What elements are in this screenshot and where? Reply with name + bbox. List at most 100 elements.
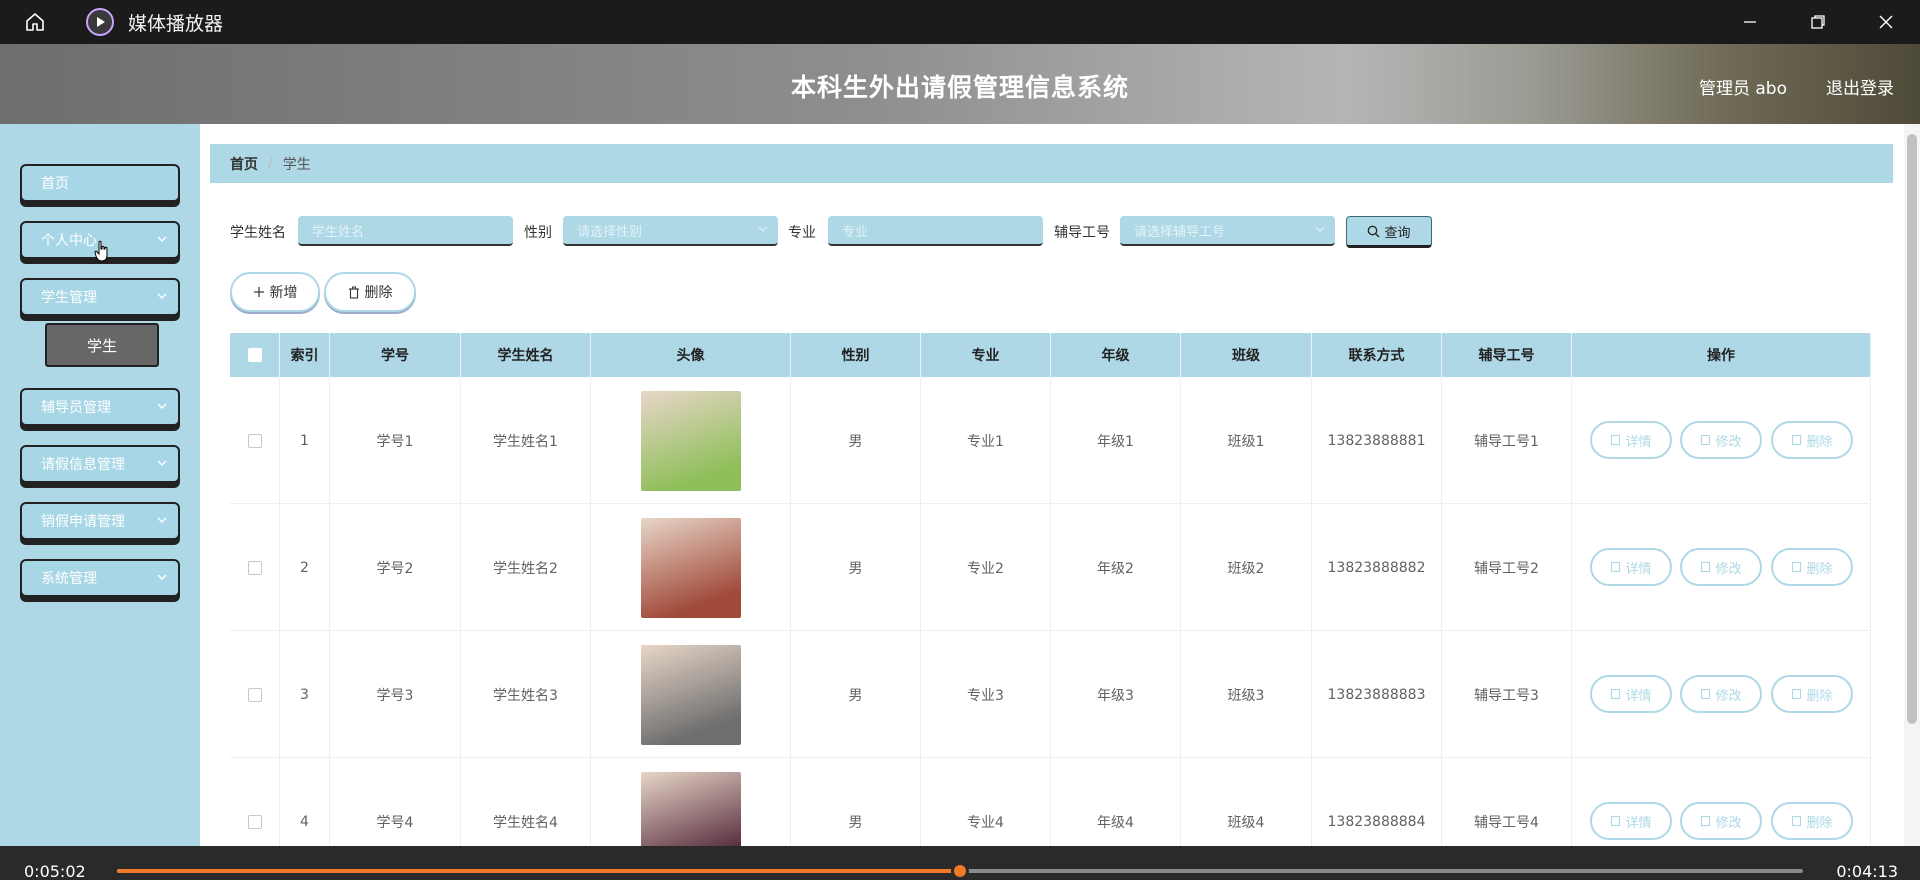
cell-phone: 13823888883 — [1312, 631, 1442, 758]
detail-button[interactable]: 详情 — [1590, 802, 1672, 840]
cell-name: 学生姓名4 — [461, 758, 591, 846]
cell-grade: 年级2 — [1051, 504, 1181, 631]
col-gender: 性别 — [791, 333, 921, 377]
detail-button[interactable]: 详情 — [1590, 675, 1672, 713]
sidebar-item-cancel-leave[interactable]: 销假申请管理 — [20, 502, 180, 540]
pencil-icon — [1701, 815, 1711, 827]
avatar-cell — [591, 758, 791, 846]
gender-select[interactable]: 请选择性别 — [563, 216, 778, 246]
document-icon — [1611, 561, 1621, 573]
logout-link[interactable]: 退出登录 — [1826, 74, 1894, 99]
row-select-cell — [230, 758, 280, 846]
sidebar-item-home[interactable]: 首页 — [20, 164, 180, 202]
cell-tutor: 辅导工号2 — [1442, 504, 1572, 631]
document-icon — [1611, 815, 1621, 827]
edit-button[interactable]: 修改 — [1680, 675, 1762, 713]
delete-button[interactable]: 删除 — [1771, 802, 1853, 840]
row-checkbox[interactable] — [247, 687, 262, 702]
batch-delete-label: 删除 — [364, 285, 393, 301]
col-index: 索引 — [280, 333, 330, 377]
sidebar-item-tutors[interactable]: 辅导员管理 — [20, 388, 180, 426]
select-all-cell — [230, 333, 280, 377]
close-button[interactable] — [1852, 0, 1920, 44]
current-time: 0:05:02 — [24, 862, 86, 880]
seek-bar-progress — [117, 869, 960, 873]
row-checkbox[interactable] — [247, 560, 262, 575]
cell-major: 专业3 — [921, 631, 1051, 758]
select-all-checkbox[interactable] — [247, 348, 262, 362]
chevron-down-icon — [1315, 226, 1325, 232]
query-button[interactable]: 查询 — [1346, 216, 1432, 248]
detail-button-label: 详情 — [1625, 434, 1652, 450]
current-user: 管理员 abo — [1698, 79, 1787, 99]
col-actions: 操作 — [1572, 333, 1871, 377]
vertical-scrollbar[interactable] — [1904, 124, 1920, 846]
pencil-icon — [1701, 561, 1711, 573]
breadcrumb-home[interactable]: 首页 — [230, 154, 258, 174]
cell-grade: 年级4 — [1051, 758, 1181, 846]
detail-button[interactable]: 详情 — [1590, 421, 1672, 459]
edit-button[interactable]: 修改 — [1680, 802, 1762, 840]
edit-button[interactable]: 修改 — [1680, 548, 1762, 586]
avatar-cell — [591, 631, 791, 758]
cell-gender: 男 — [791, 377, 921, 504]
cell-index: 1 — [280, 377, 330, 504]
actions-cell: 详情 修改 删除 — [1572, 377, 1871, 504]
sidebar-item-label: 系统管理 — [41, 571, 97, 587]
cell-tutor: 辅导工号1 — [1442, 377, 1572, 504]
major-search-input[interactable]: 专业 — [828, 216, 1043, 246]
cell-gender: 男 — [791, 631, 921, 758]
tutor-select[interactable]: 请选择辅导工号 — [1120, 216, 1335, 246]
batch-delete-button[interactable]: 删除 — [324, 272, 416, 312]
detail-button-label: 详情 — [1625, 688, 1652, 704]
edit-button-label: 修改 — [1715, 434, 1742, 450]
delete-button[interactable]: 删除 — [1771, 675, 1853, 713]
sidebar-item-students[interactable]: 学生管理 — [20, 278, 180, 316]
trash-icon — [1792, 561, 1802, 573]
detail-button-label: 详情 — [1625, 561, 1652, 577]
col-major: 专业 — [921, 333, 1051, 377]
actions-cell: 详情 修改 删除 — [1572, 631, 1871, 758]
edit-button[interactable]: 修改 — [1680, 421, 1762, 459]
delete-button-label: 删除 — [1806, 434, 1833, 450]
cell-phone: 13823888882 — [1312, 504, 1442, 631]
cell-class: 班级2 — [1181, 504, 1312, 631]
sidebar-item-leave[interactable]: 请假信息管理 — [20, 445, 180, 483]
cell-class: 班级1 — [1181, 377, 1312, 504]
col-avatar: 头像 — [591, 333, 791, 377]
seek-bar-handle[interactable] — [951, 862, 969, 880]
table-row: 4 学号4 学生姓名4 男专业4 年级4 班级4 13823888884 辅导工号4 详情 修改 删… — [230, 758, 1871, 846]
avatar-cell — [591, 377, 791, 504]
cell-tutor: 辅导工号4 — [1442, 758, 1572, 846]
restore-button[interactable] — [1784, 0, 1852, 44]
table-row: 2 学号2 学生姓名2 男专业2 年级2 班级2 13823888882 辅导工号2 详情 修改 删… — [230, 504, 1871, 631]
delete-button[interactable]: 删除 — [1771, 421, 1853, 459]
query-button-label: 查询 — [1384, 225, 1411, 241]
home-button[interactable] — [0, 0, 70, 44]
cell-name: 学生姓名1 — [461, 377, 591, 504]
major-label: 专业 — [788, 225, 816, 241]
col-tutor: 辅导工号 — [1442, 333, 1572, 377]
cell-sno: 学号1 — [330, 377, 461, 504]
app-header: 本科生外出请假管理信息系统 管理员 abo 退出登录 — [0, 44, 1920, 124]
seek-bar[interactable] — [117, 862, 1803, 880]
edit-button-label: 修改 — [1715, 688, 1742, 704]
trash-icon — [1792, 688, 1802, 700]
trash-icon — [1792, 815, 1802, 827]
delete-button-label: 删除 — [1806, 561, 1833, 577]
sidebar-subitem-student[interactable]: 学生 — [45, 323, 159, 367]
sidebar-item-system[interactable]: 系统管理 — [20, 559, 180, 597]
col-student-no: 学号 — [330, 333, 461, 377]
trash-icon — [348, 286, 359, 299]
minimize-button[interactable] — [1716, 0, 1784, 44]
name-search-input[interactable]: 学生姓名 — [298, 216, 513, 246]
add-button[interactable]: 新增 — [230, 272, 320, 312]
app-title: 本科生外出请假管理信息系统 — [790, 73, 1129, 102]
detail-button[interactable]: 详情 — [1590, 548, 1672, 586]
scrollbar-thumb[interactable] — [1907, 134, 1917, 724]
avatar — [640, 644, 741, 745]
row-checkbox[interactable] — [247, 814, 262, 829]
row-checkbox[interactable] — [247, 433, 262, 448]
delete-button[interactable]: 删除 — [1771, 548, 1853, 586]
player-logo-icon — [86, 8, 114, 36]
